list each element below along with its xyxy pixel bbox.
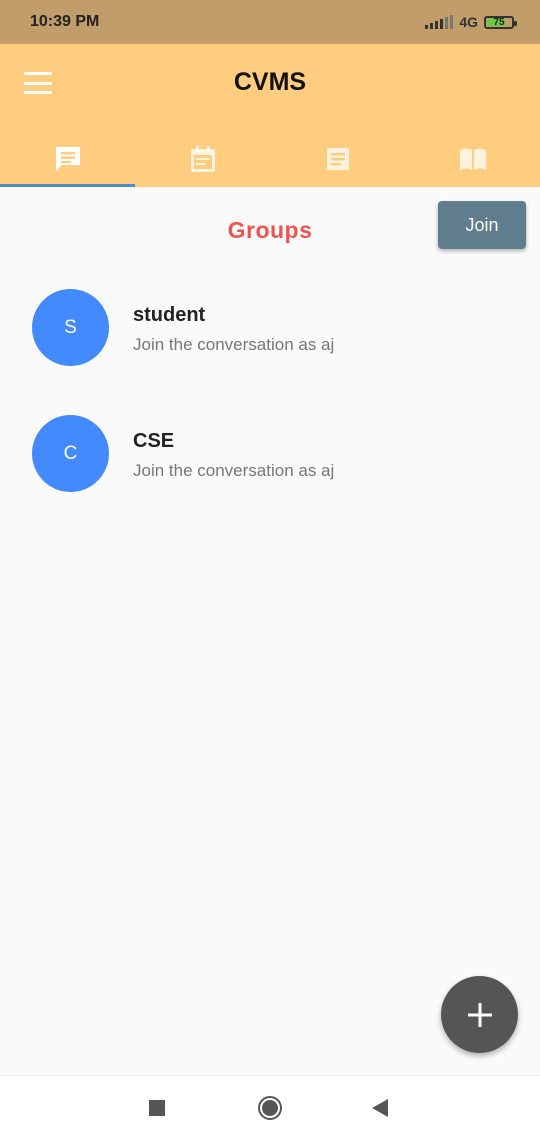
list-item-group-student[interactable]: S student Join the conversation as aj <box>0 289 540 379</box>
status-bar: 10:39 PM 4G 75 <box>0 0 540 44</box>
app-bar: CVMS <box>0 44 540 187</box>
avatar: C <box>32 415 109 492</box>
plus-icon <box>467 1002 492 1027</box>
tab-book[interactable] <box>405 130 540 187</box>
status-icons: 4G 75 <box>425 14 517 30</box>
list-item-group-cse[interactable]: C CSE Join the conversation as aj <box>0 415 540 505</box>
add-group-button[interactable] <box>441 976 518 1053</box>
calendar-icon <box>190 145 215 172</box>
app-title: CVMS <box>233 68 307 96</box>
network-type: 4G <box>459 14 478 30</box>
book-icon <box>459 148 486 170</box>
avatar: S <box>32 289 109 366</box>
join-button[interactable]: Join <box>438 201 526 249</box>
notes-icon <box>326 147 349 170</box>
status-time: 10:39 PM <box>30 13 100 30</box>
group-name: CSE <box>133 430 175 452</box>
group-subtitle: Join the conversation as aj <box>133 335 335 354</box>
home-icon[interactable] <box>258 1096 282 1120</box>
signal-icon <box>425 15 454 29</box>
recents-icon[interactable] <box>149 1100 165 1116</box>
tab-notes[interactable] <box>270 130 405 187</box>
group-subtitle: Join the conversation as aj <box>133 461 335 480</box>
tab-chat[interactable] <box>0 130 135 187</box>
back-icon[interactable] <box>372 1099 388 1117</box>
battery-level: 75 <box>493 16 505 28</box>
tab-calendar[interactable] <box>135 130 270 187</box>
system-nav-bar <box>0 1075 540 1140</box>
chat-icon <box>55 146 80 171</box>
main-content: Groups Join S student Join the conversat… <box>0 187 540 1075</box>
tab-bar <box>0 130 540 187</box>
group-name: student <box>133 304 206 326</box>
battery-icon: 75 <box>484 15 517 29</box>
